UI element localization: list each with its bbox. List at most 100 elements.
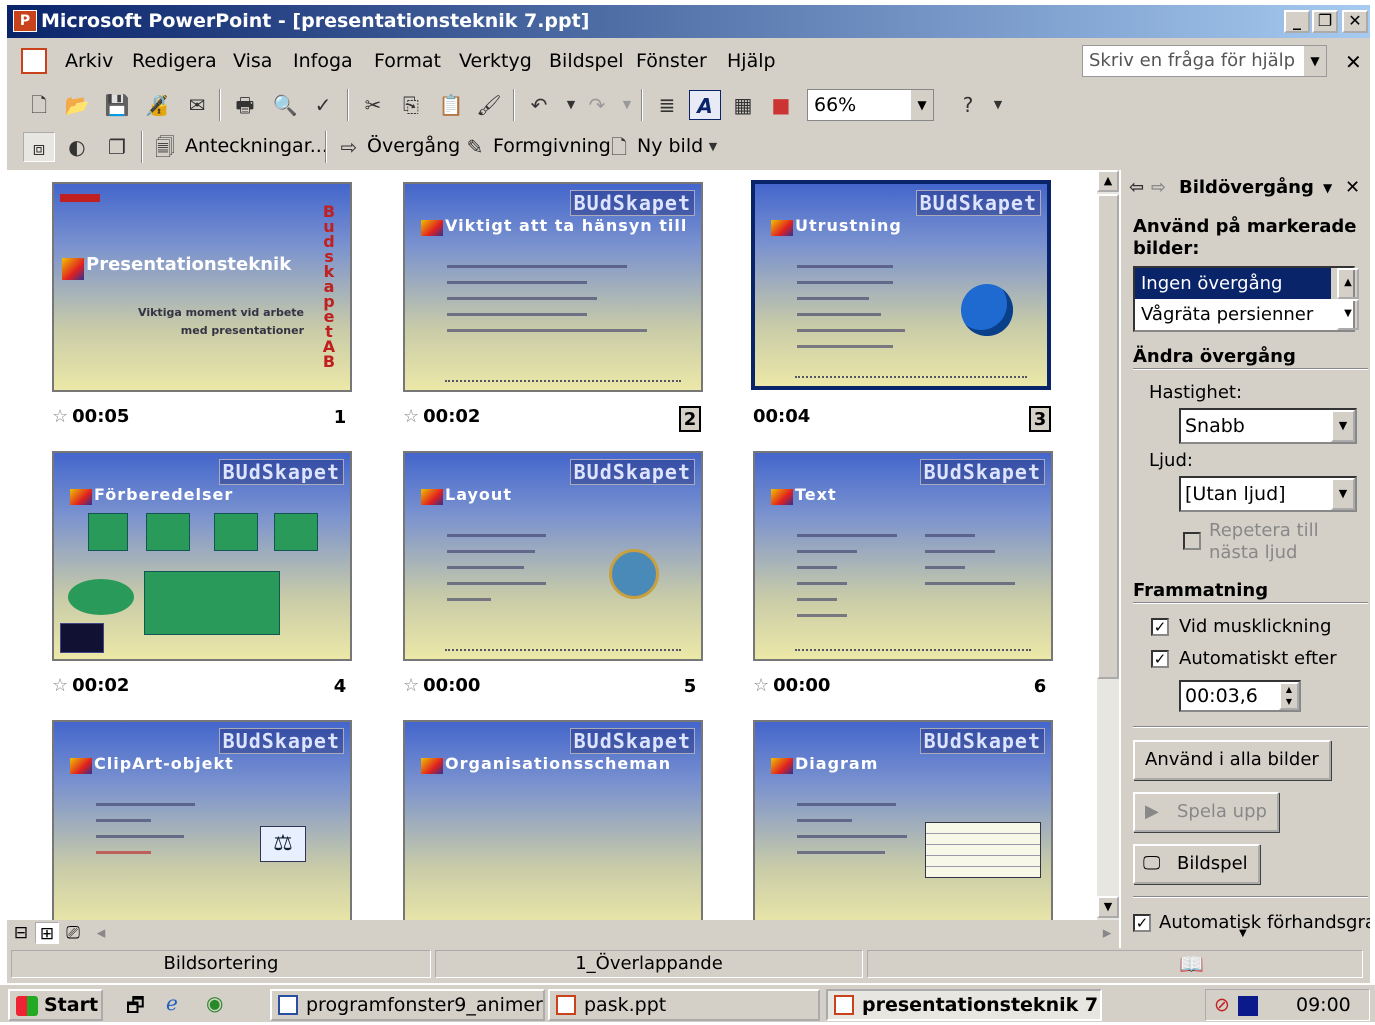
start-button[interactable]: Start: [8, 989, 103, 1021]
back-arrow-icon[interactable]: ⇦: [1129, 170, 1144, 206]
minimize-button[interactable]: _: [1284, 10, 1310, 33]
notes-icon[interactable]: 🗐: [149, 132, 181, 162]
slideshow-button[interactable]: 🖵 Bildspel: [1133, 844, 1260, 884]
transition-option-blinds[interactable]: Vågräta persienner: [1135, 299, 1353, 330]
vertical-scrollbar[interactable]: ▲ ▼: [1097, 170, 1119, 920]
document-icon[interactable]: [21, 48, 47, 74]
new-slide-icon[interactable]: 🗋: [603, 132, 635, 162]
transition-star-icon[interactable]: ☆: [52, 675, 68, 696]
transition-option-none[interactable]: Ingen övergång: [1135, 268, 1353, 299]
scroll-right-icon[interactable]: ▸: [1095, 922, 1119, 944]
menu-hjalp[interactable]: Hjälp: [727, 50, 776, 72]
open-icon[interactable]: 📂: [61, 90, 93, 120]
help-icon[interactable]: ?: [952, 90, 984, 120]
speed-dropdown-icon[interactable]: ▼: [1331, 410, 1355, 442]
slide-thumbnail-6[interactable]: BUdSkapet Text: [753, 451, 1053, 661]
cut-icon[interactable]: ✂: [357, 90, 389, 120]
transition-star-icon[interactable]: ☆: [403, 675, 419, 696]
scroll-up-icon[interactable]: ▲: [1097, 170, 1119, 192]
loop-sound-checkbox[interactable]: [1183, 532, 1201, 550]
format-painter-icon[interactable]: 🖌: [473, 90, 505, 120]
scroll-left-icon[interactable]: ◂: [89, 922, 113, 944]
notes-button[interactable]: Anteckningar...: [185, 135, 328, 157]
transition-star-icon[interactable]: ☆: [403, 406, 419, 427]
expand-all-icon[interactable]: ≣: [651, 90, 683, 120]
color-grayscale-icon[interactable]: ■: [765, 90, 797, 120]
slide-thumbnail-2[interactable]: BUdSkapet Viktigt att ta hänsyn till: [403, 182, 703, 392]
play-button[interactable]: ▶ Spela upp: [1133, 792, 1279, 832]
menu-infoga[interactable]: Infoga: [293, 50, 353, 72]
design-icon[interactable]: ✎: [459, 132, 491, 162]
slide-thumbnail-8[interactable]: BUdSkapet Organisationsscheman: [403, 720, 703, 920]
zoom-dropdown-icon[interactable]: ▼: [911, 90, 933, 120]
language-icon[interactable]: [1238, 996, 1258, 1016]
save-icon[interactable]: 💾: [101, 90, 133, 120]
print-icon[interactable]: 🖶: [229, 90, 261, 120]
apply-all-button[interactable]: Använd i alla bilder: [1133, 740, 1331, 780]
pane-menu-icon[interactable]: ▼: [1323, 170, 1332, 206]
normal-view-icon[interactable]: ⧈: [23, 132, 55, 162]
restore-button[interactable]: ❐: [1312, 10, 1338, 33]
print-preview-icon[interactable]: 🔍: [269, 90, 301, 120]
show-formatting-icon[interactable]: A: [689, 90, 721, 120]
transition-star-icon[interactable]: ☆: [753, 675, 769, 696]
menu-fonster[interactable]: Fönster: [636, 50, 707, 72]
slide-thumbnail-4[interactable]: BUdSkapet Förberedelser: [52, 451, 352, 661]
new-slide-button[interactable]: Ny bild: [637, 135, 703, 157]
help-dropdown-icon[interactable]: ▼: [1304, 46, 1326, 76]
task-pask[interactable]: pask.ppt: [548, 989, 820, 1021]
speed-select[interactable]: Snabb ▼: [1179, 408, 1357, 444]
network-icon[interactable]: ⊘: [1214, 990, 1230, 1020]
permission-icon[interactable]: 🔏: [141, 90, 173, 120]
autopreview-checkbox[interactable]: ✓: [1133, 914, 1151, 932]
desktop-icon[interactable]: 🗗: [126, 991, 145, 1025]
task-presentationsteknik[interactable]: presentationsteknik 7...: [826, 989, 1102, 1021]
menu-visa[interactable]: Visa: [233, 50, 272, 72]
transition-button[interactable]: Övergång: [367, 135, 460, 157]
new-icon[interactable]: 🗋: [23, 90, 55, 120]
spelling-status-icon[interactable]: 📖: [1179, 948, 1204, 980]
menu-redigera[interactable]: Redigera: [132, 50, 217, 72]
toolbar2-options-icon[interactable]: ▼: [697, 132, 729, 162]
menu-bildspel[interactable]: Bildspel: [549, 50, 624, 72]
close-button[interactable]: ✕: [1342, 10, 1368, 33]
sound-dropdown-icon[interactable]: ▼: [1331, 478, 1355, 510]
scroll-thumb[interactable]: [1097, 194, 1119, 679]
slide-thumbnail-1[interactable]: Budskapet AB Presentationsteknik Viktiga…: [52, 182, 352, 392]
design-button[interactable]: Formgivning: [493, 135, 611, 157]
list-down-icon[interactable]: ▼: [1337, 299, 1359, 330]
redo-icon[interactable]: ↷: [581, 90, 613, 120]
auto-after-checkbox[interactable]: ✓: [1151, 650, 1169, 668]
title-bar[interactable]: P Microsoft PowerPoint - [presentationst…: [7, 5, 1370, 38]
slide-sorter-area[interactable]: Budskapet AB Presentationsteknik Viktiga…: [7, 170, 1097, 920]
email-icon[interactable]: ✉: [181, 90, 213, 120]
normal-view-button-icon[interactable]: ⊟: [9, 922, 33, 944]
hide-slide-icon[interactable]: ◐: [61, 132, 93, 162]
scroll-down-icon[interactable]: ▼: [1097, 896, 1119, 918]
sound-select[interactable]: [Utan ljud] ▼: [1179, 476, 1357, 512]
spelling-icon[interactable]: ✓: [307, 90, 339, 120]
auto-time-spinner[interactable]: 00:03,6 ▲ ▼: [1179, 680, 1301, 712]
summary-slide-icon[interactable]: ❐: [101, 132, 133, 162]
copy-icon[interactable]: ⎘: [395, 90, 427, 120]
help-question-input[interactable]: Skriv en fråga för hjälp ▼: [1082, 45, 1327, 77]
task-word[interactable]: programfonster9_animeri...: [270, 989, 545, 1021]
redo-dropdown-icon[interactable]: ▼: [611, 90, 643, 120]
toolbar-options-icon[interactable]: ▼: [982, 90, 1014, 120]
menu-close-icon[interactable]: ✕: [1345, 50, 1362, 74]
powerpoint-app-icon[interactable]: P: [13, 10, 37, 32]
menu-arkiv[interactable]: Arkiv: [65, 50, 113, 72]
slide-sorter-view-icon[interactable]: ⊞: [35, 922, 59, 944]
transition-star-icon[interactable]: ☆: [52, 406, 68, 427]
spinner-icon[interactable]: ▲ ▼: [1279, 682, 1299, 710]
slide-thumbnail-9[interactable]: BUdSkapet Diagram: [753, 720, 1053, 920]
grid-icon[interactable]: ▦: [727, 90, 759, 120]
internet-explorer-icon[interactable]: ℯ: [166, 991, 178, 1015]
slide-thumbnail-7[interactable]: BUdSkapet ClipArt-objekt ⚖: [52, 720, 352, 920]
transition-list[interactable]: Ingen övergång Vågräta persienner ▲ ▼: [1133, 266, 1359, 332]
paste-icon[interactable]: 📋: [435, 90, 467, 120]
media-player-icon[interactable]: ◉: [206, 991, 223, 1015]
slideshow-view-icon[interactable]: ⎚: [61, 922, 85, 944]
zoom-combo[interactable]: 66% ▼: [807, 89, 934, 121]
forward-arrow-icon[interactable]: ⇨: [1151, 170, 1166, 206]
